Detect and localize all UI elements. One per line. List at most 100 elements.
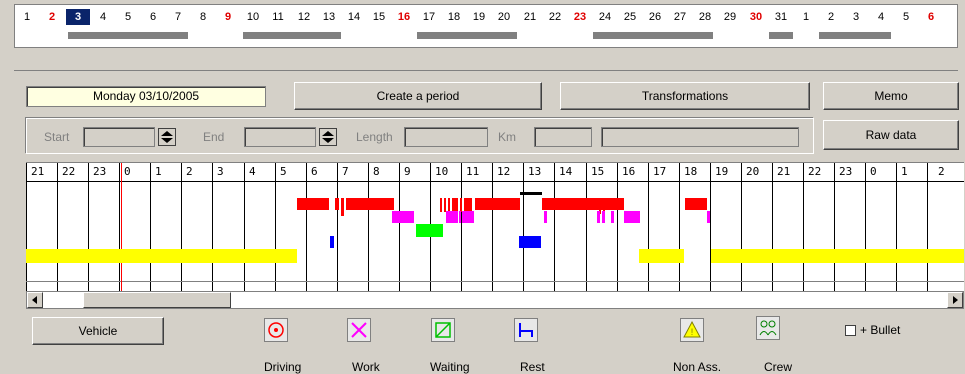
- calendar-day[interactable]: 8: [191, 9, 215, 25]
- length-field[interactable]: [404, 127, 488, 147]
- work-icon[interactable]: [347, 318, 371, 342]
- bullet-checkbox[interactable]: [845, 325, 856, 336]
- calendar-day[interactable]: 9: [216, 9, 240, 25]
- calendar-day[interactable]: 29: [718, 9, 742, 25]
- calendar-day[interactable]: 10: [241, 9, 265, 25]
- work-segment[interactable]: [462, 211, 474, 223]
- calendar-day[interactable]: 7: [166, 9, 190, 25]
- timeline-chart[interactable]: 21 22 23 0 1 2 3 4 5 6 7 8 9 10 11 12 13…: [26, 162, 964, 291]
- non-assigned-icon[interactable]: !: [680, 318, 704, 342]
- raw-data-button[interactable]: Raw data: [823, 120, 959, 150]
- memo-button[interactable]: Memo: [823, 82, 959, 110]
- driving-segment[interactable]: [335, 198, 339, 210]
- calendar-day[interactable]: 15: [367, 9, 391, 25]
- current-time-marker: [121, 163, 122, 291]
- driving-segment[interactable]: [542, 198, 624, 210]
- calendar-day[interactable]: 5: [894, 9, 918, 25]
- rest-icon[interactable]: [514, 318, 538, 342]
- driving-segment[interactable]: [448, 198, 450, 212]
- start-field[interactable]: [83, 127, 155, 147]
- calendar-day[interactable]: 26: [643, 9, 667, 25]
- driving-icon[interactable]: [264, 318, 288, 342]
- end-field[interactable]: [244, 127, 316, 147]
- calendar-day[interactable]: 17: [417, 9, 441, 25]
- calendar-day[interactable]: 1: [794, 9, 818, 25]
- work-segment[interactable]: [707, 211, 710, 223]
- horizontal-scrollbar[interactable]: [26, 291, 964, 309]
- calendar-day[interactable]: 21: [518, 9, 542, 25]
- hour-gridline: [741, 163, 742, 291]
- driving-segment[interactable]: [346, 198, 394, 210]
- km-field[interactable]: [534, 127, 592, 147]
- calendar-day[interactable]: 2: [40, 9, 64, 25]
- calendar-day[interactable]: 25: [618, 9, 642, 25]
- driving-segment[interactable]: [464, 198, 472, 212]
- info-field[interactable]: [601, 127, 799, 147]
- calendar-day[interactable]: 22: [543, 9, 567, 25]
- calendar-day[interactable]: 20: [492, 9, 516, 25]
- vehicle-button[interactable]: Vehicle: [32, 317, 164, 345]
- calendar-day[interactable]: 14: [342, 9, 366, 25]
- raw-data-label: Raw data: [865, 128, 917, 142]
- work-segment[interactable]: [597, 211, 600, 223]
- work-segment[interactable]: [611, 211, 614, 223]
- calendar-day[interactable]: 13: [317, 9, 341, 25]
- calendar-day[interactable]: 1: [15, 9, 39, 25]
- work-segment[interactable]: [392, 211, 414, 223]
- start-spinner[interactable]: [158, 128, 176, 146]
- hour-gridline: [150, 163, 151, 291]
- hour-gridline: [896, 163, 897, 291]
- calendar-day[interactable]: 5: [116, 9, 140, 25]
- calendar-day[interactable]: 30: [744, 9, 768, 25]
- work-segment[interactable]: [602, 211, 605, 223]
- driving-segment[interactable]: [444, 198, 446, 212]
- driving-segment[interactable]: [475, 198, 520, 210]
- calendar-day[interactable]: 23: [568, 9, 592, 25]
- activity-mark: [417, 32, 517, 39]
- crew-icon[interactable]: [756, 316, 780, 340]
- calendar-day[interactable]: 28: [693, 9, 717, 25]
- calendar-day[interactable]: 19: [467, 9, 491, 25]
- end-spinner[interactable]: [319, 128, 337, 146]
- waiting-segment[interactable]: [416, 224, 443, 237]
- work-segment[interactable]: [446, 211, 458, 223]
- non-assigned-segment[interactable]: [26, 249, 297, 263]
- calendar-day[interactable]: 11: [266, 9, 290, 25]
- driving-segment[interactable]: [460, 198, 462, 212]
- calendar-day[interactable]: 3: [844, 9, 868, 25]
- non-assigned-segment[interactable]: [711, 249, 964, 263]
- length-label: Length: [356, 130, 393, 144]
- calendar-day[interactable]: 4: [91, 9, 115, 25]
- date-display: Monday 03/10/2005: [26, 86, 266, 107]
- calendar-day[interactable]: 31: [769, 9, 793, 25]
- calendar-day[interactable]: 24: [593, 9, 617, 25]
- driving-segment[interactable]: [440, 198, 442, 212]
- calendar-day[interactable]: 27: [668, 9, 692, 25]
- calendar-day[interactable]: 6: [141, 9, 165, 25]
- rest-segment[interactable]: [330, 236, 334, 248]
- driving-segment[interactable]: [685, 198, 707, 210]
- create-period-button[interactable]: Create a period: [294, 82, 542, 110]
- work-segment[interactable]: [624, 211, 640, 223]
- calendar-day[interactable]: 6: [919, 9, 943, 25]
- calendar-day[interactable]: 18: [442, 9, 466, 25]
- calendar-day-selected[interactable]: 3: [66, 9, 90, 25]
- calendar-day[interactable]: 16: [392, 9, 416, 25]
- hour-label: 15: [591, 165, 605, 178]
- scroll-left-button[interactable]: [27, 292, 43, 308]
- scroll-right-button[interactable]: [947, 292, 963, 308]
- non-assigned-segment[interactable]: [639, 249, 684, 263]
- scroll-thumb[interactable]: [83, 292, 231, 308]
- hour-gridline: [617, 163, 618, 291]
- rest-segment[interactable]: [519, 236, 541, 248]
- work-segment[interactable]: [544, 211, 547, 223]
- driving-segment[interactable]: [297, 198, 329, 210]
- transformations-button[interactable]: Transformations: [560, 82, 810, 110]
- driving-segment[interactable]: [341, 198, 344, 216]
- calendar-day[interactable]: 4: [869, 9, 893, 25]
- calendar-day[interactable]: 12: [292, 9, 316, 25]
- waiting-icon[interactable]: [431, 318, 455, 342]
- calendar-day[interactable]: 2: [819, 9, 843, 25]
- driving-segment[interactable]: [452, 198, 458, 212]
- work-segment[interactable]: [459, 211, 461, 223]
